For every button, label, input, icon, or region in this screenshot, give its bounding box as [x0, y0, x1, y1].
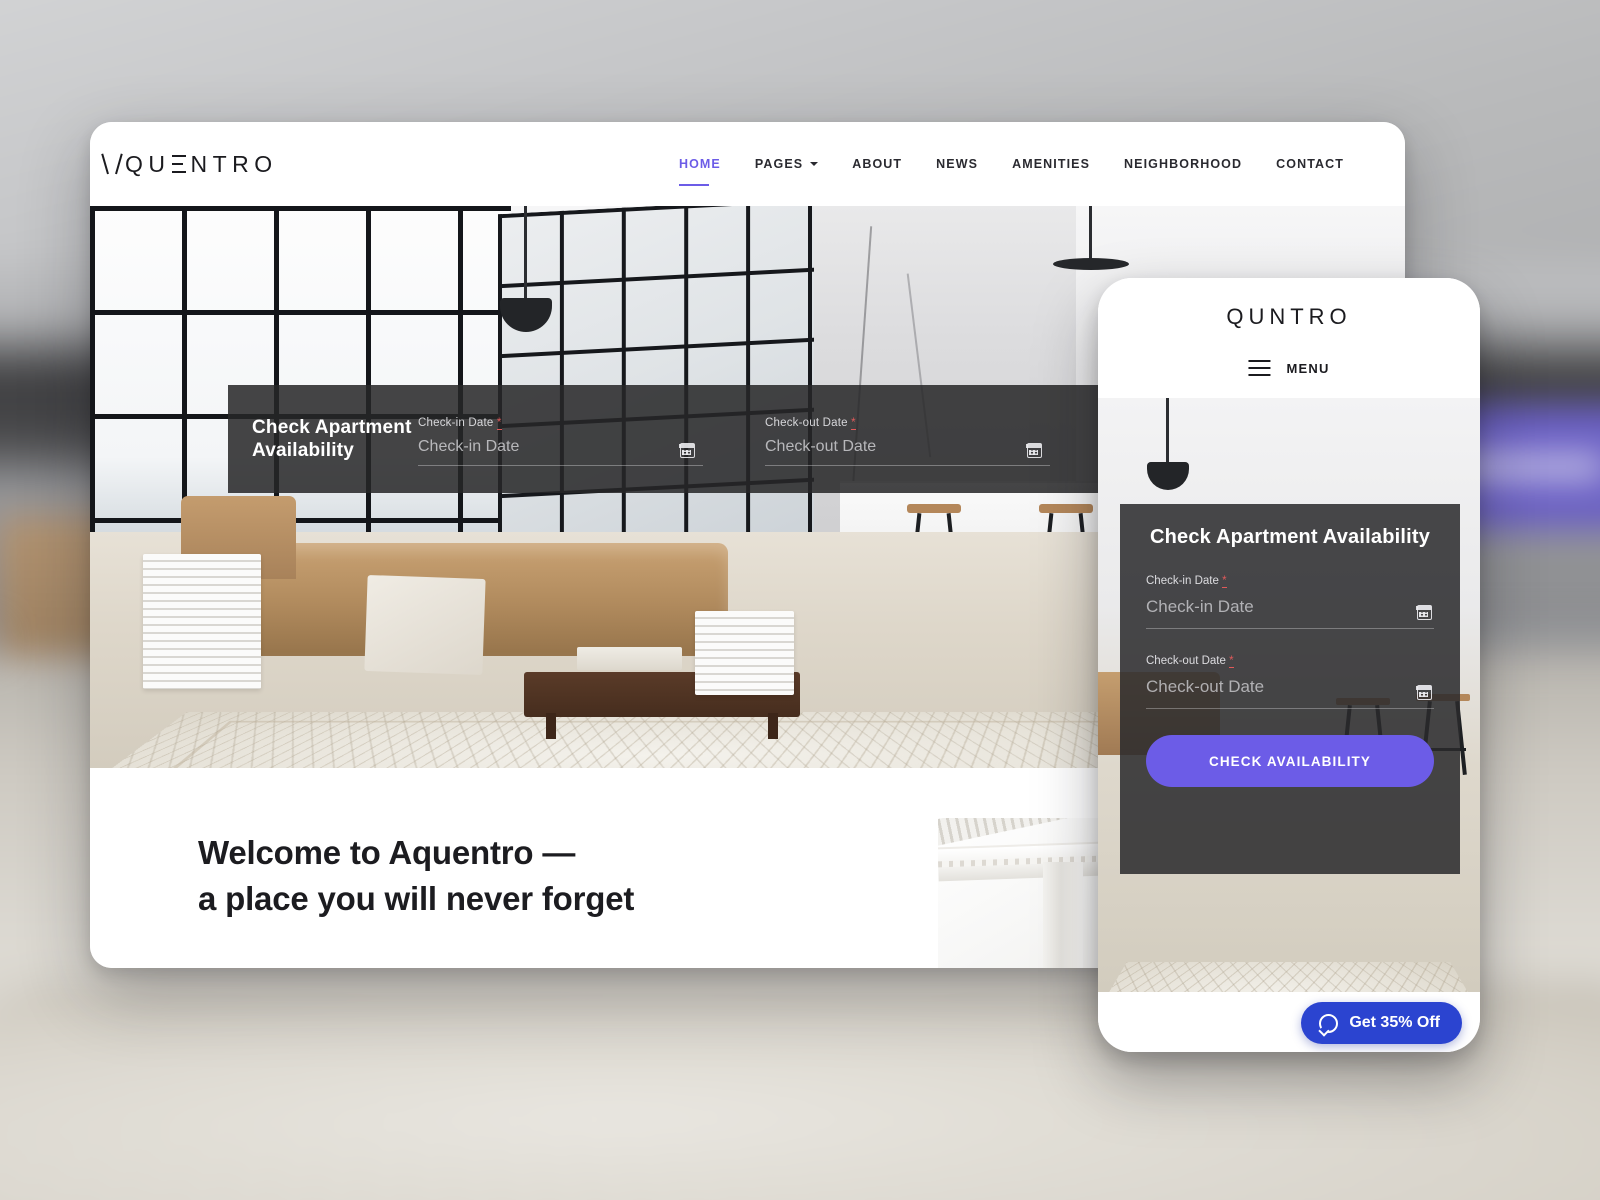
- phone-checkout-label: Check-out Date *: [1146, 655, 1434, 668]
- hero-book-stack-2: [694, 610, 794, 695]
- logo-text-ntro: NTRO: [190, 150, 278, 177]
- phone-bottom-bar: Get 35% Off: [1098, 992, 1480, 1052]
- logo-letter-e: [171, 155, 186, 173]
- phone-area-rug: [1098, 962, 1480, 993]
- nav-item-amenities[interactable]: AMENITIES: [995, 151, 1107, 177]
- site-logo[interactable]: QU NTRO: [104, 151, 278, 178]
- phone-checkout-input[interactable]: Check-out Date: [1146, 677, 1434, 709]
- hero-book-stack-1: [142, 554, 261, 690]
- nav-label-amenities: AMENITIES: [1012, 157, 1091, 171]
- chevron-down-icon: [810, 162, 819, 166]
- phone-checkin-required-marker: *: [1222, 575, 1227, 588]
- checkout-required-marker: *: [851, 416, 856, 430]
- phone-mockup: QU NTRO MENU Check Apartment Availability…: [1098, 278, 1480, 1052]
- logo-letter-a: [104, 155, 120, 174]
- checkout-label: Check-out Date *: [765, 416, 1050, 430]
- hero-pendant-lamp-1: [499, 206, 552, 332]
- checkin-label-text: Check-in Date: [418, 416, 494, 429]
- phone-menu-button[interactable]: MENU: [1248, 360, 1329, 376]
- phone-checkout-field-group: Check-out Date * Check-out Date: [1146, 655, 1434, 709]
- nav-label-about: ABOUT: [852, 157, 903, 171]
- phone-check-availability-button[interactable]: CHECK AVAILABILITY: [1146, 735, 1434, 787]
- nav-label-pages: PAGES: [754, 157, 804, 171]
- checkout-input[interactable]: Check-out Date: [765, 438, 1050, 466]
- phone-booking-title: Check Apartment Availability: [1149, 526, 1431, 548]
- calendar-icon[interactable]: [679, 442, 695, 458]
- chat-widget-label: Get 35% Off: [1349, 1014, 1440, 1031]
- nav-item-neighborhood[interactable]: NEIGHBORHOOD: [1107, 151, 1259, 177]
- hamburger-icon: [1248, 360, 1271, 376]
- chat-bubble-icon: [1319, 1013, 1339, 1033]
- phone-header: QU NTRO MENU: [1098, 278, 1480, 398]
- logo-text-qu: QU: [125, 150, 171, 177]
- booking-title-line-2: Availability: [252, 440, 355, 461]
- phone-pendant-lamp: [1147, 398, 1189, 490]
- nav-label-news: NEWS: [936, 157, 979, 171]
- chat-widget-button[interactable]: Get 35% Off: [1301, 1002, 1462, 1044]
- logo-text-qu: QU: [1226, 304, 1270, 329]
- calendar-icon[interactable]: [1026, 442, 1042, 458]
- phone-checkout-label-text: Check-out Date: [1146, 655, 1226, 667]
- nav-label-home: HOME: [678, 157, 721, 171]
- hero-window-center: [497, 206, 814, 552]
- checkout-field-group: Check-out Date * Check-out Date: [765, 413, 1050, 466]
- nav-label-contact: CONTACT: [1276, 157, 1344, 171]
- hero-gift-boxes: [576, 647, 682, 670]
- nav-label-neighborhood: NEIGHBORHOOD: [1124, 157, 1243, 171]
- phone-checkin-field-group: Check-in Date * Check-in Date: [1146, 575, 1434, 629]
- desktop-header: QU NTRO HOME PAGES ABOUT NEWS AMENITIES N…: [90, 122, 1405, 206]
- checkout-label-text: Check-out Date: [765, 416, 848, 429]
- nav-item-about[interactable]: ABOUT: [835, 151, 919, 177]
- hero-throw-blanket: [364, 574, 487, 675]
- checkin-label: Check-in Date *: [418, 416, 703, 430]
- main-navigation: HOME PAGES ABOUT NEWS AMENITIES NEIGHBOR…: [662, 151, 1361, 186]
- logo-text-ntro: NTRO: [1269, 304, 1352, 329]
- phone-checkout-required-marker: *: [1229, 655, 1234, 668]
- calendar-icon[interactable]: [1416, 605, 1432, 620]
- phone-checkin-label: Check-in Date *: [1146, 575, 1434, 588]
- phone-site-logo[interactable]: QU NTRO: [1226, 304, 1351, 330]
- nav-item-pages[interactable]: PAGES: [738, 151, 835, 177]
- checkin-required-marker: *: [496, 416, 502, 430]
- nav-item-news[interactable]: NEWS: [919, 151, 995, 177]
- booking-title-line-1: Check Apartment: [252, 416, 412, 438]
- phone-menu-label: MENU: [1286, 360, 1330, 376]
- nav-item-contact[interactable]: CONTACT: [1259, 151, 1361, 177]
- welcome-heading: Welcome to Aquentro — a place you will n…: [90, 768, 634, 921]
- phone-booking-panel: Check Apartment Availability Check-in Da…: [1120, 504, 1460, 874]
- hero-pendant-lamp-2: [1053, 206, 1130, 270]
- phone-checkin-input[interactable]: Check-in Date: [1146, 597, 1434, 629]
- checkin-field-group: Check-in Date * Check-in Date: [418, 413, 703, 466]
- calendar-icon[interactable]: [1416, 685, 1432, 700]
- phone-checkin-label-text: Check-in Date: [1146, 575, 1219, 587]
- welcome-heading-line-1: Welcome to Aquentro —: [198, 834, 576, 871]
- booking-title: Check Apartment Availability: [228, 416, 418, 462]
- nav-item-home[interactable]: HOME: [662, 151, 738, 186]
- checkin-input[interactable]: Check-in Date: [418, 438, 703, 466]
- welcome-column-left: [1043, 862, 1083, 968]
- welcome-heading-line-2: a place you will never forget: [198, 879, 635, 917]
- logo-area[interactable]: QU NTRO: [90, 151, 278, 178]
